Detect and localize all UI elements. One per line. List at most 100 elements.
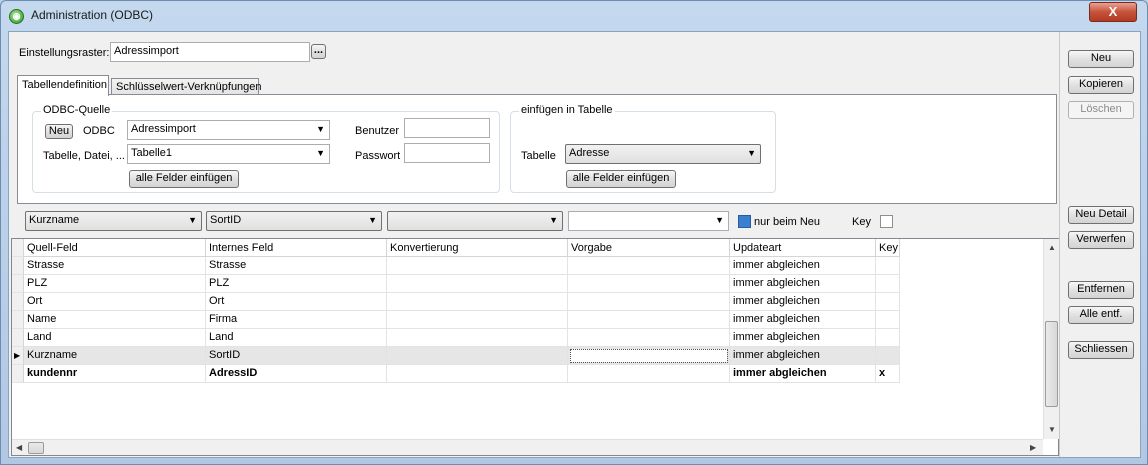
cell-konvertierung[interactable] — [387, 293, 568, 311]
nur-beim-neu-checkbox[interactable] — [738, 215, 751, 228]
cell-vorgabe[interactable] — [568, 293, 730, 311]
filter-source-combo[interactable]: Kurzname ▼ — [25, 211, 202, 231]
cell-vorgabe[interactable] — [568, 311, 730, 329]
row-selector[interactable] — [12, 311, 24, 329]
cell-updateart[interactable]: immer abgleichen — [730, 329, 876, 347]
cell-konvertierung[interactable] — [387, 275, 568, 293]
cell-vorgabe[interactable] — [568, 329, 730, 347]
cell-internes-feld[interactable]: Land — [206, 329, 387, 347]
browse-button[interactable]: ... — [311, 44, 326, 59]
einstellungsraster-field[interactable]: Adressimport — [110, 42, 310, 62]
client-area: Einstellungsraster: Adressimport ... Tab… — [8, 31, 1141, 458]
cell-key[interactable] — [876, 347, 900, 365]
key-label: Key — [852, 216, 871, 228]
vertical-scroll-thumb[interactable] — [1045, 321, 1058, 407]
cell-internes-feld[interactable]: SortID — [206, 347, 387, 365]
cell-konvertierung[interactable] — [387, 347, 568, 365]
tab-schluesselwert[interactable]: Schlüsselwert-Verknüpfungen — [111, 78, 262, 95]
cell-konvertierung[interactable] — [387, 257, 568, 275]
cell-updateart[interactable]: immer abgleichen — [730, 347, 876, 365]
horizontal-scroll-thumb[interactable] — [28, 442, 44, 454]
scroll-left-icon[interactable]: ◀ — [16, 443, 22, 452]
cell-key[interactable] — [876, 329, 900, 347]
kopieren-button[interactable]: Kopieren — [1068, 76, 1134, 94]
scroll-right-icon[interactable]: ▶ — [1030, 443, 1036, 452]
cell-key[interactable] — [876, 293, 900, 311]
target-insert-all-button[interactable]: alle Felder einfügen — [566, 170, 676, 188]
cell-vorgabe[interactable] — [568, 365, 730, 383]
row-selector[interactable]: ▶ — [12, 347, 24, 365]
cell-vorgabe[interactable] — [568, 257, 730, 275]
cell-quell-feld[interactable]: Name — [24, 311, 206, 329]
app-icon: ◉ — [9, 9, 24, 24]
cell-vorgabe[interactable] — [568, 347, 730, 365]
filter-internal-combo[interactable]: SortID ▼ — [206, 211, 382, 231]
odbc-new-button[interactable]: Neu — [45, 124, 73, 139]
filter-conversion-combo[interactable]: ▼ — [387, 211, 563, 231]
key-checkbox[interactable] — [880, 215, 893, 228]
row-selector[interactable] — [12, 329, 24, 347]
tab-page-tabellendefinition: ODBC-Quelle Neu ODBC Adressimport ▼ Benu… — [17, 94, 1057, 204]
column-header-konvertierung[interactable]: Konvertierung — [387, 239, 568, 257]
chevron-down-icon: ▼ — [368, 215, 377, 225]
cell-key[interactable] — [876, 257, 900, 275]
passwort-field[interactable] — [404, 143, 490, 163]
cell-key[interactable] — [876, 275, 900, 293]
target-table-combo[interactable]: Adresse ▼ — [565, 144, 761, 164]
row-selector[interactable] — [12, 293, 24, 311]
cell-internes-feld[interactable]: AdressID — [206, 365, 387, 383]
cell-internes-feld[interactable]: Firma — [206, 311, 387, 329]
cell-quell-feld[interactable]: Ort — [24, 293, 206, 311]
neu-button[interactable]: Neu — [1068, 50, 1134, 68]
column-header-updateart[interactable]: Updateart — [730, 239, 876, 257]
entfernen-button[interactable]: Entfernen — [1068, 281, 1134, 299]
cell-updateart[interactable]: immer abgleichen — [730, 275, 876, 293]
tab-tabellendefinition[interactable]: Tabellendefinition — [17, 75, 109, 96]
tabelle-datei-label: Tabelle, Datei, ... — [43, 150, 125, 162]
cell-quell-feld[interactable]: Strasse — [24, 257, 206, 275]
horizontal-scrollbar[interactable]: ◀ ▶ — [12, 439, 1043, 455]
cell-quell-feld[interactable]: Kurzname — [24, 347, 206, 365]
alle-entf-button[interactable]: Alle entf. — [1068, 306, 1134, 324]
odbc-insert-all-button[interactable]: alle Felder einfügen — [129, 170, 239, 188]
scroll-up-icon[interactable]: ▲ — [1048, 243, 1056, 252]
column-header-vorgabe[interactable]: Vorgabe — [568, 239, 730, 257]
column-header-internes-feld[interactable]: Internes Feld — [206, 239, 387, 257]
column-header-quell-feld[interactable]: Quell-Feld — [24, 239, 206, 257]
odbc-source-combo[interactable]: Adressimport ▼ — [127, 120, 330, 140]
cell-quell-feld[interactable]: Land — [24, 329, 206, 347]
cell-quell-feld[interactable]: PLZ — [24, 275, 206, 293]
cell-updateart[interactable]: immer abgleichen — [730, 257, 876, 275]
filter-default-combo[interactable]: ▼ — [568, 211, 729, 231]
cell-internes-feld[interactable]: Ort — [206, 293, 387, 311]
vertical-scrollbar[interactable]: ▲ ▼ — [1043, 239, 1059, 439]
cell-internes-feld[interactable]: PLZ — [206, 275, 387, 293]
schliessen-button[interactable]: Schliessen — [1068, 341, 1134, 359]
cell-vorgabe[interactable] — [568, 275, 730, 293]
title-bar[interactable]: ◉ Administration (ODBC) X — [1, 1, 1147, 31]
app-window: ◉ Administration (ODBC) X Einstellungsra… — [0, 0, 1148, 465]
cell-konvertierung[interactable] — [387, 329, 568, 347]
target-group-title: einfügen in Tabelle — [519, 104, 615, 116]
cell-updateart[interactable]: immer abgleichen — [730, 311, 876, 329]
cell-internes-feld[interactable]: Strasse — [206, 257, 387, 275]
cell-key[interactable] — [876, 311, 900, 329]
cell-konvertierung[interactable] — [387, 365, 568, 383]
chevron-down-icon: ▼ — [747, 148, 756, 158]
cell-quell-feld[interactable]: kundennr — [24, 365, 206, 383]
loeschen-button[interactable]: Löschen — [1068, 101, 1134, 119]
close-button[interactable]: X — [1089, 2, 1137, 22]
cell-key[interactable]: x — [876, 365, 900, 383]
benutzer-field[interactable] — [404, 118, 490, 138]
scroll-down-icon[interactable]: ▼ — [1048, 425, 1056, 434]
verwerfen-button[interactable]: Verwerfen — [1068, 231, 1134, 249]
row-selector[interactable] — [12, 365, 24, 383]
source-table-combo[interactable]: Tabelle1 ▼ — [127, 144, 330, 164]
row-selector[interactable] — [12, 257, 24, 275]
cell-updateart[interactable]: immer abgleichen — [730, 365, 876, 383]
column-header-key[interactable]: Key — [876, 239, 900, 257]
cell-konvertierung[interactable] — [387, 311, 568, 329]
row-selector[interactable] — [12, 275, 24, 293]
cell-updateart[interactable]: immer abgleichen — [730, 293, 876, 311]
neu-detail-button[interactable]: Neu Detail — [1068, 206, 1134, 224]
